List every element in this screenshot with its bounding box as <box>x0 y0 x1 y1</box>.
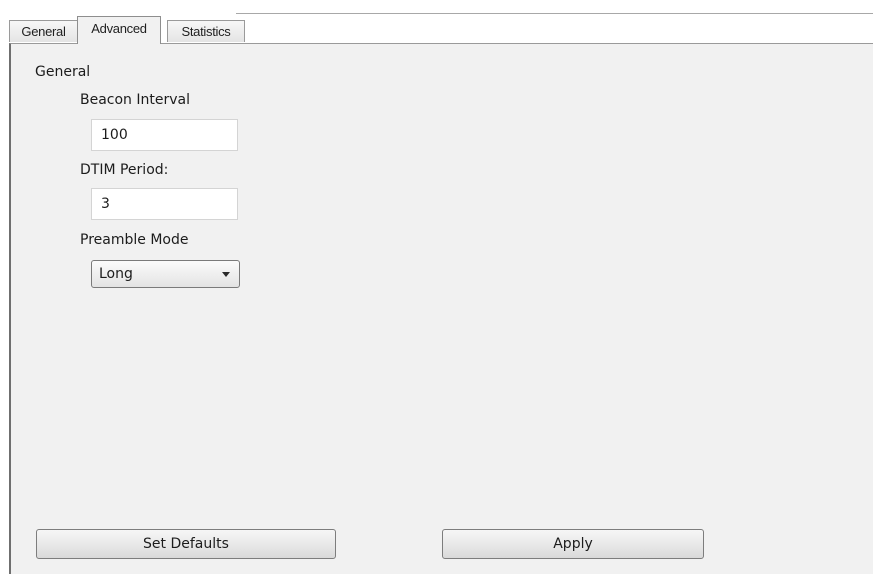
advanced-panel: General Beacon Interval 100 DTIM Period:… <box>9 43 873 574</box>
set-defaults-button[interactable]: Set Defaults <box>36 529 336 559</box>
tab-advanced[interactable]: Advanced <box>77 16 161 44</box>
preamble-mode-value: Long <box>99 266 133 282</box>
preamble-mode-select[interactable]: Long <box>91 260 240 288</box>
dtim-period-label: DTIM Period: <box>80 162 169 178</box>
dtim-period-input[interactable]: 3 <box>91 188 238 220</box>
beacon-interval-label: Beacon Interval <box>80 92 190 108</box>
tab-general[interactable]: General <box>9 20 78 42</box>
tab-strip: General Advanced Statistics <box>9 14 873 44</box>
settings-window: General Advanced Statistics General Beac… <box>0 0 873 574</box>
tab-strip-divider <box>236 13 873 14</box>
chevron-down-icon <box>222 272 230 277</box>
beacon-interval-input[interactable]: 100 <box>91 119 238 151</box>
tab-statistics[interactable]: Statistics <box>167 20 245 42</box>
preamble-mode-label: Preamble Mode <box>80 232 189 248</box>
apply-button[interactable]: Apply <box>442 529 704 559</box>
section-title-general: General <box>35 64 91 80</box>
